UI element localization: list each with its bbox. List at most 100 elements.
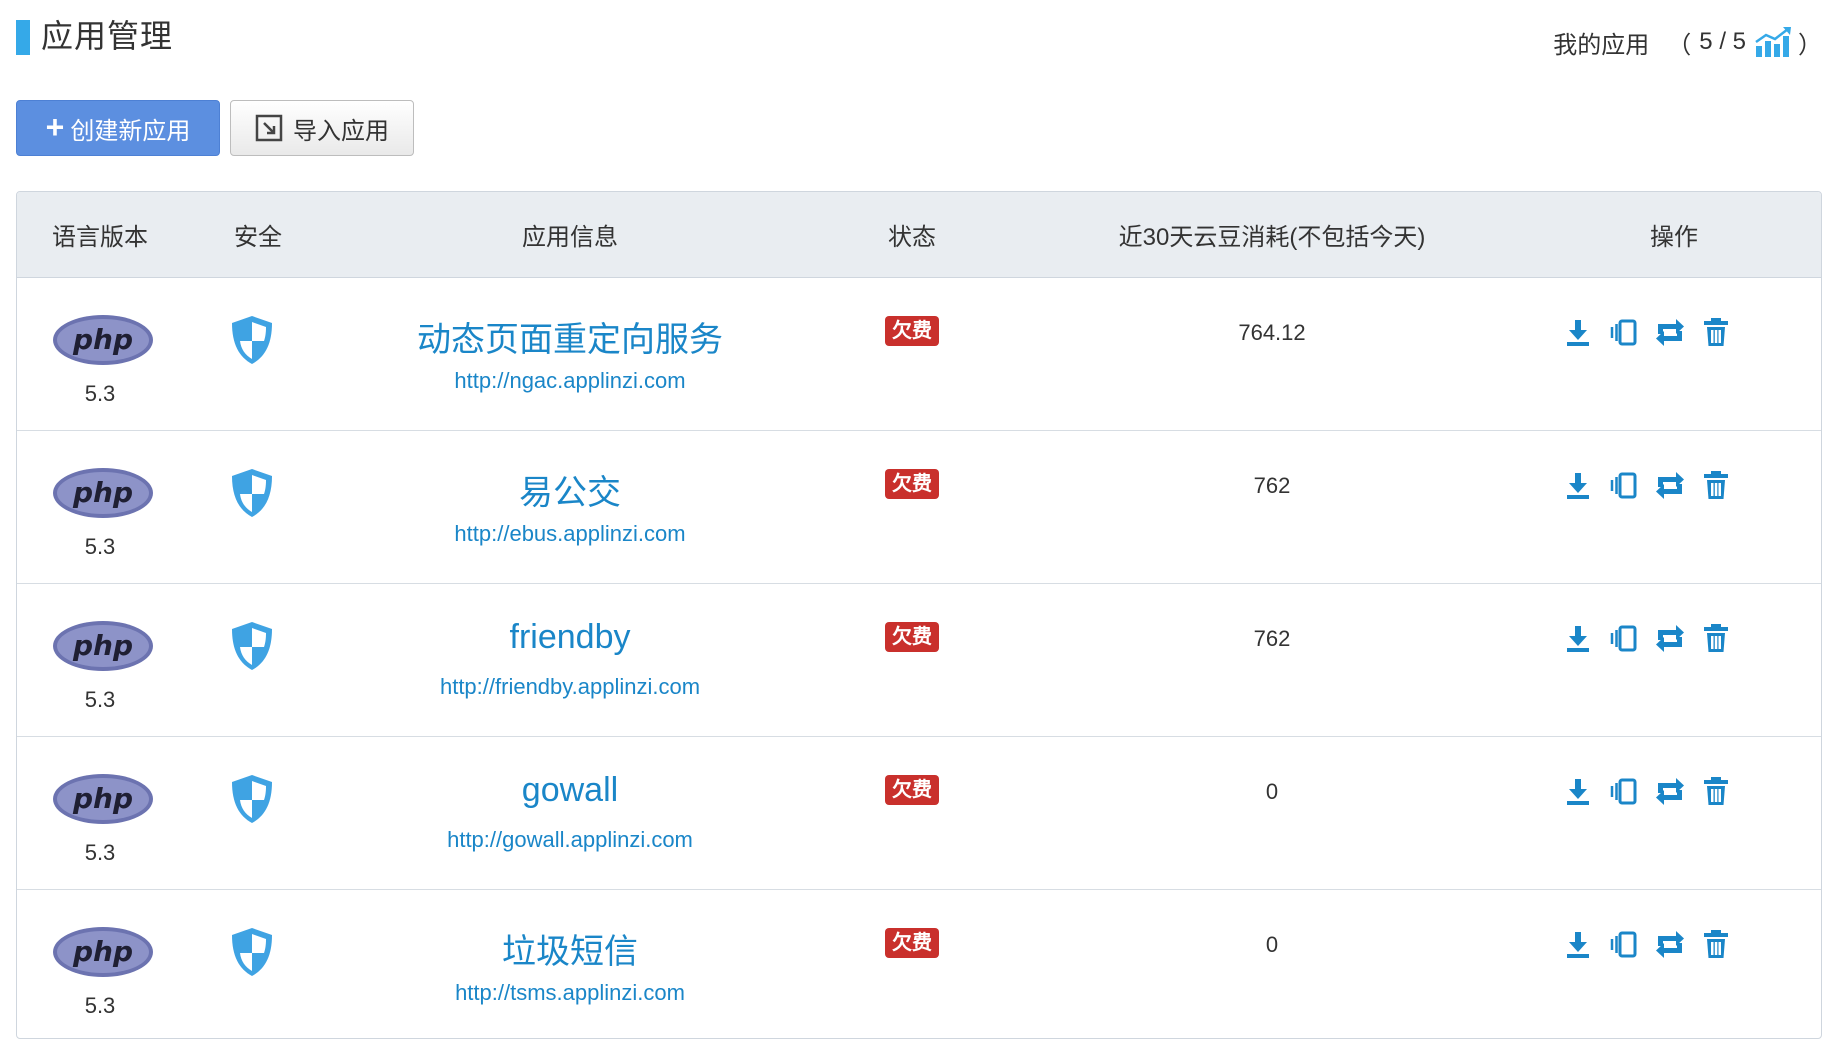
row-actions <box>1563 622 1731 654</box>
my-apps-summary[interactable]: 我的应用 （ 5 / 5 ） <box>1553 22 1824 62</box>
download-icon[interactable] <box>1563 622 1593 654</box>
security-cell <box>183 737 333 889</box>
app-name-link[interactable]: friendby <box>333 618 807 657</box>
page-title: 应用管理 <box>41 18 174 54</box>
shield-icon[interactable] <box>228 773 276 825</box>
trash-icon[interactable] <box>1701 928 1731 960</box>
status-badge: 欠费 <box>885 469 939 499</box>
status-cell: 欠费 <box>807 584 1017 736</box>
import-app-button[interactable]: 导入应用 <box>230 100 414 156</box>
ops-cell <box>1527 278 1821 430</box>
download-icon[interactable] <box>1563 775 1593 807</box>
table-row: php 5.3 friendby http://friendby.applinz… <box>17 584 1821 737</box>
sync-icon[interactable] <box>1655 775 1685 807</box>
vibrate-icon[interactable] <box>1609 469 1639 501</box>
sync-icon[interactable] <box>1655 622 1685 654</box>
security-cell <box>183 278 333 430</box>
app-name-link[interactable]: 易公交 <box>333 465 807 514</box>
lang-cell: php 5.3 <box>17 584 183 736</box>
row-actions <box>1563 469 1731 501</box>
security-cell <box>183 431 333 583</box>
download-icon[interactable] <box>1563 928 1593 960</box>
app-count: 5 / 5 <box>1699 28 1746 55</box>
usage-cell: 764.12 <box>1017 278 1527 430</box>
lang-version: 5.3 <box>84 534 116 559</box>
title-accent-bar <box>16 20 30 55</box>
ops-cell <box>1527 584 1821 736</box>
status-cell: 欠费 <box>807 431 1017 583</box>
usage-value: 764.12 <box>1238 320 1306 345</box>
usage-value: 762 <box>1253 473 1291 498</box>
table-row: php 5.3 gowall http://gowall.applinzi.co… <box>17 737 1821 890</box>
download-icon[interactable] <box>1563 469 1593 501</box>
svg-text:php: php <box>72 323 133 356</box>
table-body: php 5.3 动态页面重定向服务 http://ngac.applinzi.c… <box>17 278 1821 1038</box>
toolbar: + 创建新应用 导入应用 <box>16 100 414 156</box>
shield-icon[interactable] <box>228 467 276 519</box>
table-row: php 5.3 动态页面重定向服务 http://ngac.applinzi.c… <box>17 278 1821 431</box>
sync-icon[interactable] <box>1655 316 1685 348</box>
app-url-link[interactable]: http://friendby.applinzi.com <box>333 674 807 700</box>
import-app-label: 导入应用 <box>293 117 389 145</box>
info-cell: 动态页面重定向服务 http://ngac.applinzi.com <box>333 278 807 430</box>
svg-text:php: php <box>72 935 133 968</box>
col-header-info: 应用信息 <box>522 224 618 251</box>
php-logo-icon: php <box>53 774 153 824</box>
app-name-link[interactable]: 垃圾短信 <box>333 924 807 973</box>
my-apps-label: 我的应用 <box>1553 31 1650 59</box>
shield-icon[interactable] <box>228 926 276 978</box>
col-header-security: 安全 <box>234 224 282 251</box>
lang-cell: php 5.3 <box>17 431 183 583</box>
shield-icon[interactable] <box>228 314 276 366</box>
status-badge: 欠费 <box>885 316 939 346</box>
plus-icon: + <box>45 108 65 145</box>
vibrate-icon[interactable] <box>1609 775 1639 807</box>
info-cell: gowall http://gowall.applinzi.com <box>333 737 807 889</box>
status-cell: 欠费 <box>807 278 1017 430</box>
lang-version: 5.3 <box>84 381 116 406</box>
app-url-link[interactable]: http://ebus.applinzi.com <box>333 521 807 547</box>
sync-icon[interactable] <box>1655 928 1685 960</box>
app-url-link[interactable]: http://gowall.applinzi.com <box>333 827 807 853</box>
app-url-link[interactable]: http://tsms.applinzi.com <box>333 980 807 1006</box>
trash-icon[interactable] <box>1701 775 1731 807</box>
row-actions <box>1563 316 1731 348</box>
create-app-button[interactable]: + 创建新应用 <box>16 100 220 156</box>
info-cell: 垃圾短信 http://tsms.applinzi.com <box>333 890 807 1038</box>
security-cell <box>183 890 333 1038</box>
lang-cell: php 5.3 <box>17 278 183 430</box>
table-header: 语言版本 安全 应用信息 状态 近30天云豆消耗(不包括今天) 操作 <box>17 192 1821 278</box>
status-cell: 欠费 <box>807 737 1017 889</box>
usage-cell: 0 <box>1017 890 1527 1038</box>
table-row: php 5.3 易公交 http://ebus.applinzi.com 欠费 … <box>17 431 1821 584</box>
status-badge: 欠费 <box>885 622 939 652</box>
ops-cell <box>1527 431 1821 583</box>
usage-value: 0 <box>1265 932 1279 957</box>
col-header-lang: 语言版本 <box>52 224 148 251</box>
download-icon[interactable] <box>1563 316 1593 348</box>
svg-text:php: php <box>72 476 133 509</box>
open-paren: （ <box>1667 31 1692 59</box>
lang-cell: php 5.3 <box>17 890 183 1038</box>
security-cell <box>183 584 333 736</box>
lang-version: 5.3 <box>84 687 116 712</box>
row-actions <box>1563 928 1731 960</box>
sync-icon[interactable] <box>1655 469 1685 501</box>
lang-cell: php 5.3 <box>17 737 183 889</box>
trash-icon[interactable] <box>1701 622 1731 654</box>
usage-value: 762 <box>1253 626 1291 651</box>
vibrate-icon[interactable] <box>1609 622 1639 654</box>
vibrate-icon[interactable] <box>1609 928 1639 960</box>
trash-icon[interactable] <box>1701 469 1731 501</box>
shield-icon[interactable] <box>228 620 276 672</box>
app-name-link[interactable]: 动态页面重定向服务 <box>333 312 807 361</box>
lang-version: 5.3 <box>84 993 116 1018</box>
app-url-link[interactable]: http://ngac.applinzi.com <box>333 368 807 394</box>
trash-icon[interactable] <box>1701 316 1731 348</box>
import-icon <box>255 114 283 142</box>
chart-up-icon[interactable] <box>1754 26 1794 58</box>
col-header-ops: 操作 <box>1650 224 1698 251</box>
php-logo-icon: php <box>53 468 153 518</box>
app-name-link[interactable]: gowall <box>333 771 807 810</box>
vibrate-icon[interactable] <box>1609 316 1639 348</box>
